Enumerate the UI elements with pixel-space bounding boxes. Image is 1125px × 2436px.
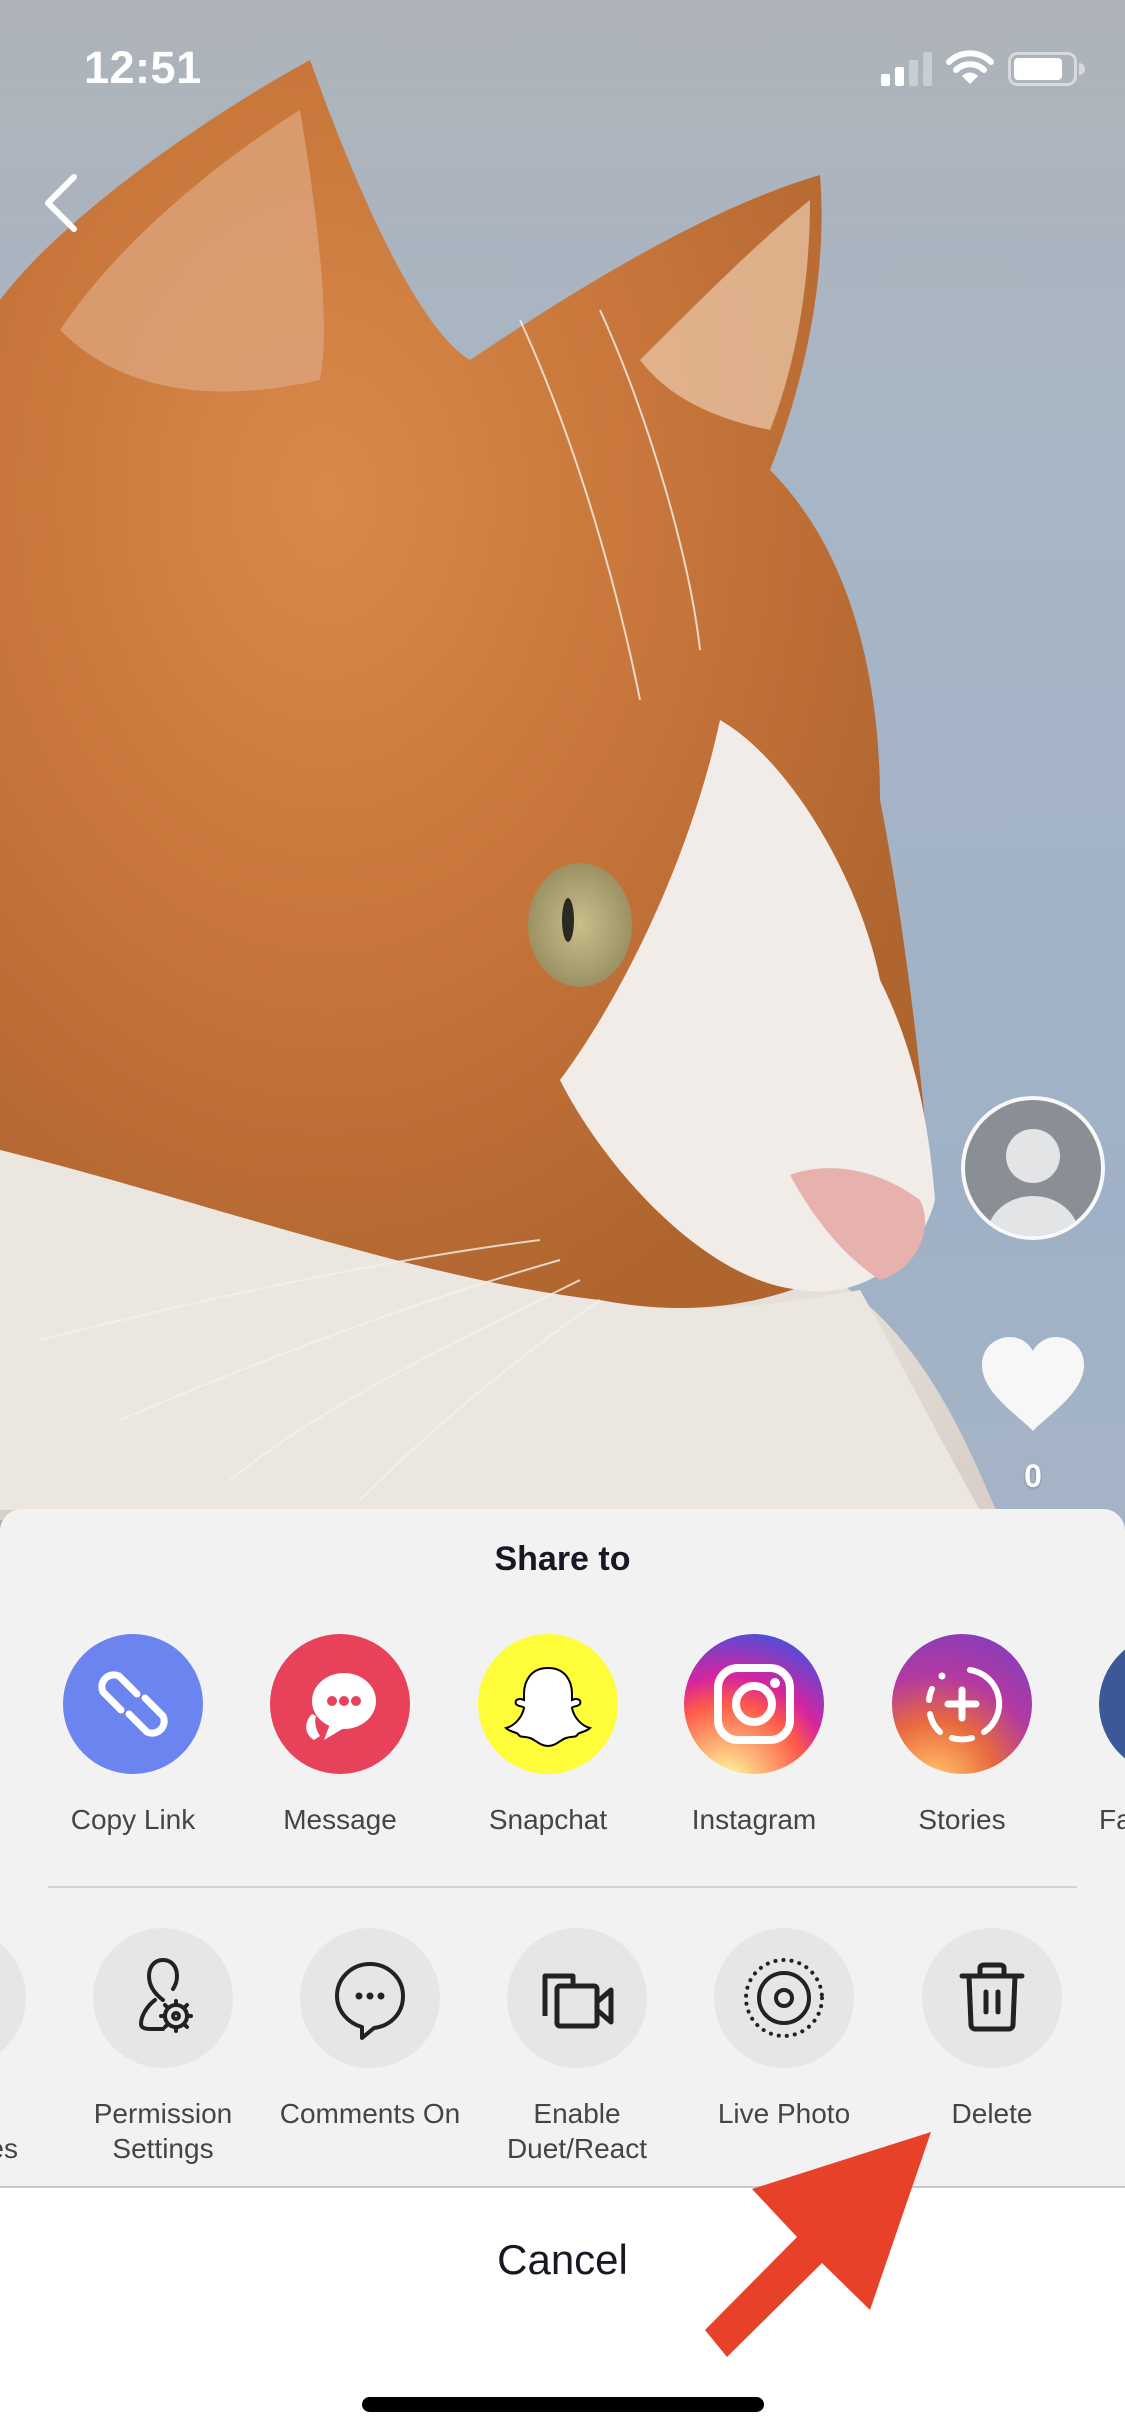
action-enable-duet-button[interactable]: Enable Duet/React (477, 1928, 677, 2166)
home-indicator[interactable] (362, 2397, 764, 2412)
action-label: Comments On (270, 2096, 470, 2131)
share-facebook-button[interactable]: Fa (1069, 1634, 1125, 1837)
user-settings-icon (139, 1958, 193, 2033)
share-target-label: Snapchat (488, 1804, 608, 1835)
action-label: Live Photo (684, 2096, 884, 2131)
live-photo-icon-circle (714, 1928, 854, 2068)
comments-icon-circle (300, 1928, 440, 2068)
facebook-icon (1099, 1634, 1125, 1774)
share-target-label: Stories (918, 1804, 1006, 1835)
action-label-line: Delete (951, 2098, 1033, 2129)
action-delete-button[interactable]: Delete (892, 1928, 1092, 2131)
action-label-line: Duet/React (506, 2133, 648, 2164)
message-icon-circle (270, 1634, 410, 1774)
action-label: es (0, 2096, 56, 2166)
live-photo-icon (744, 1958, 824, 2038)
action-label: Enable Duet/React (477, 2096, 677, 2166)
duet-camera-icon (542, 1973, 614, 2029)
heart-icon (982, 1337, 1084, 1431)
stories-icon-circle (892, 1634, 1032, 1774)
action-label-line: Live Photo (717, 2098, 851, 2129)
chevron-left-icon (45, 174, 77, 232)
share-sheet-divider (48, 1886, 1077, 1888)
action-partial-button[interactable]: es (0, 1928, 56, 2166)
action-comments-on-button[interactable]: Comments On (270, 1928, 470, 2131)
partial-action-icon (0, 1928, 26, 2068)
action-permission-settings-button[interactable]: Permission Settings (63, 1928, 263, 2166)
share-message-button[interactable]: Message (240, 1634, 440, 1837)
battery-icon (1008, 52, 1085, 86)
snapchat-ghost-icon (504, 1666, 592, 1748)
snapchat-icon-circle (478, 1634, 618, 1774)
stories-add-icon (926, 1667, 1003, 1743)
signal-icon (881, 52, 932, 86)
back-button[interactable] (30, 165, 90, 240)
share-copy-link-button[interactable]: Copy Link (33, 1634, 233, 1837)
share-stories-button[interactable]: Stories (862, 1634, 1062, 1837)
action-label-line: Permission (93, 2098, 233, 2129)
permission-settings-icon-circle (93, 1928, 233, 2068)
share-target-label: Copy Link (70, 1804, 196, 1835)
duet-icon-circle (507, 1928, 647, 2068)
creator-avatar[interactable] (961, 1096, 1105, 1240)
cancel-button[interactable]: Cancel (0, 2200, 1125, 2320)
comment-icon (335, 1962, 405, 2040)
instagram-icon-circle (684, 1634, 824, 1774)
trash-icon (959, 1962, 1025, 2032)
action-label-line: Settings (112, 2133, 214, 2164)
share-instagram-button[interactable]: Instagram (654, 1634, 854, 1837)
wifi-icon (946, 50, 994, 84)
like-count: 0 (1024, 1458, 1042, 1494)
action-label-line: es (0, 2133, 18, 2164)
message-bubble-icon (306, 1673, 376, 1740)
share-target-label: Message (283, 1804, 397, 1835)
share-snapchat-button[interactable]: Snapchat (448, 1634, 648, 1837)
share-sheet-title: Share to (494, 1540, 631, 1578)
action-label-line: Comments On (279, 2098, 461, 2129)
user-placeholder-icon (987, 1129, 1079, 1236)
link-icon (98, 1671, 168, 1737)
share-target-label: Fa (1099, 1804, 1125, 1835)
share-target-label: Instagram (691, 1804, 817, 1835)
action-live-photo-button[interactable]: Live Photo (684, 1928, 884, 2131)
instagram-icon (714, 1664, 794, 1744)
action-label-line: Enable (533, 2098, 621, 2129)
action-label: Delete (892, 2096, 1092, 2131)
action-label: Permission Settings (63, 2096, 263, 2166)
status-time: 12:51 (84, 42, 202, 93)
delete-icon-circle (922, 1928, 1062, 2068)
copy-link-icon-circle (63, 1634, 203, 1774)
like-button[interactable] (978, 1335, 1088, 1435)
